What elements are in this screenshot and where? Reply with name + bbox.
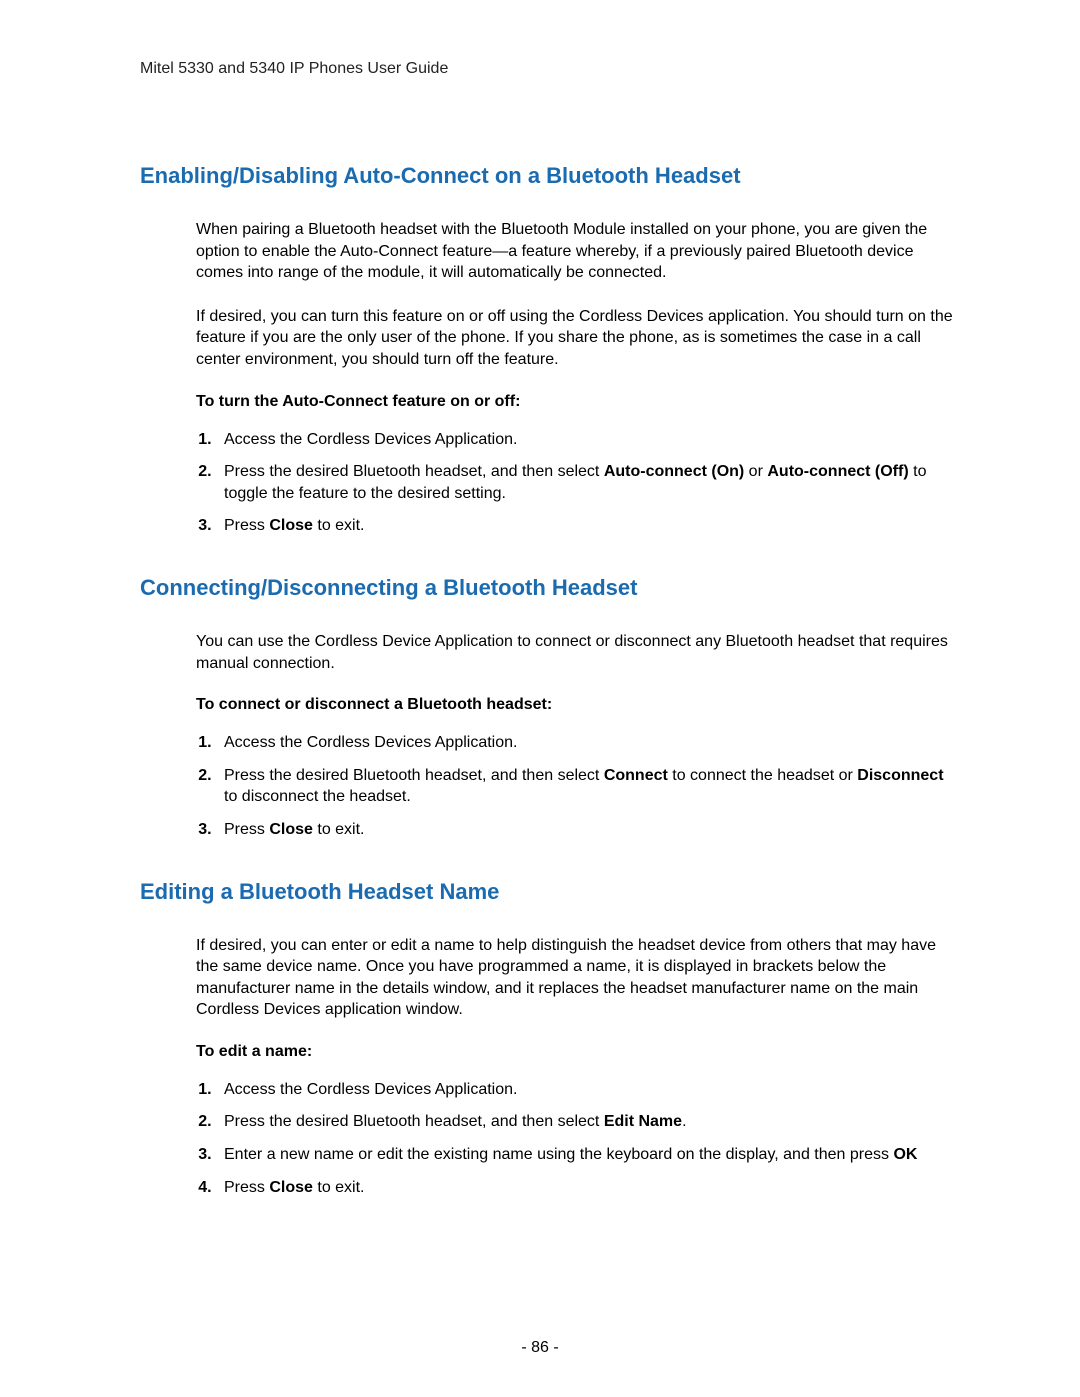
paragraph: If desired, you can enter or edit a name… [196, 935, 960, 1021]
bold-text: Auto-connect (On) [604, 463, 744, 480]
procedure-list: Access the Cordless Devices Application.… [216, 429, 960, 537]
list-item: Press the desired Bluetooth headset, and… [216, 765, 960, 808]
text: Enter a new name or edit the existing na… [224, 1146, 893, 1163]
text: or [744, 463, 767, 480]
bold-text: Edit Name [604, 1113, 682, 1130]
bold-text: Close [269, 517, 313, 534]
section-heading-editing-name: Editing a Bluetooth Headset Name [140, 879, 960, 905]
bold-text: Close [269, 1179, 313, 1196]
list-item: Access the Cordless Devices Application. [216, 732, 960, 754]
paragraph: When pairing a Bluetooth headset with th… [196, 219, 960, 284]
bold-text: OK [893, 1146, 917, 1163]
text: Press [224, 1179, 269, 1196]
list-item: Press Close to exit. [216, 515, 960, 537]
list-item: Press the desired Bluetooth headset, and… [216, 461, 960, 504]
list-item: Press Close to exit. [216, 1177, 960, 1199]
bold-text: Disconnect [857, 767, 943, 784]
text: to exit. [313, 821, 365, 838]
section-heading-connecting: Connecting/Disconnecting a Bluetooth Hea… [140, 575, 960, 601]
text: to exit. [313, 517, 365, 534]
page-number: - 86 - [0, 1339, 1080, 1357]
list-item: Press Close to exit. [216, 819, 960, 841]
bold-text: Close [269, 821, 313, 838]
bold-text: Auto-connect (Off) [767, 463, 908, 480]
section-heading-auto-connect: Enabling/Disabling Auto-Connect on a Blu… [140, 163, 960, 189]
procedure-heading: To connect or disconnect a Bluetooth hea… [196, 696, 960, 714]
document-page: Mitel 5330 and 5340 IP Phones User Guide… [0, 0, 1080, 1274]
text: . [682, 1113, 686, 1130]
running-header: Mitel 5330 and 5340 IP Phones User Guide [140, 60, 960, 78]
text: Press [224, 517, 269, 534]
text: to disconnect the headset. [224, 788, 411, 805]
procedure-heading: To edit a name: [196, 1043, 960, 1061]
bold-text: Connect [604, 767, 668, 784]
text: to exit. [313, 1179, 365, 1196]
list-item: Press the desired Bluetooth headset, and… [216, 1111, 960, 1133]
procedure-list: Access the Cordless Devices Application.… [216, 1079, 960, 1198]
paragraph: You can use the Cordless Device Applicat… [196, 631, 960, 674]
text: Press the desired Bluetooth headset, and… [224, 767, 604, 784]
list-item: Access the Cordless Devices Application. [216, 1079, 960, 1101]
list-item: Enter a new name or edit the existing na… [216, 1144, 960, 1166]
text: Press the desired Bluetooth headset, and… [224, 463, 604, 480]
paragraph: If desired, you can turn this feature on… [196, 306, 960, 371]
procedure-list: Access the Cordless Devices Application.… [216, 732, 960, 840]
text: Press the desired Bluetooth headset, and… [224, 1113, 604, 1130]
procedure-heading: To turn the Auto-Connect feature on or o… [196, 393, 960, 411]
text: Press [224, 821, 269, 838]
text: to connect the headset or [668, 767, 857, 784]
list-item: Access the Cordless Devices Application. [216, 429, 960, 451]
